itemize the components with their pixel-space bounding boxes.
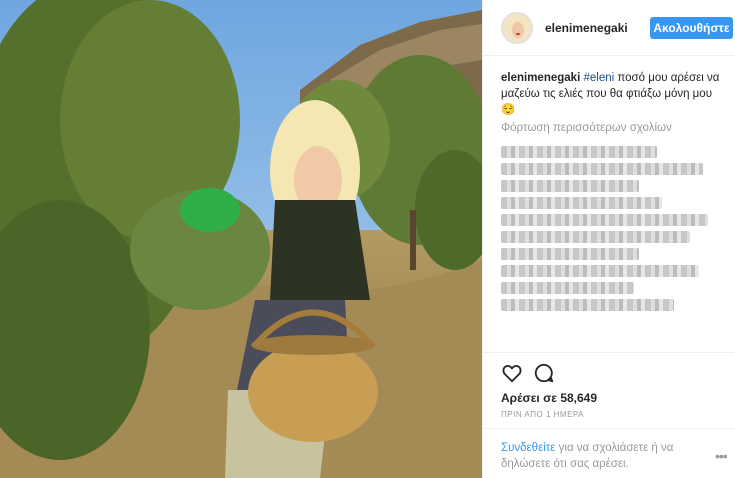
comment-icon[interactable] [533, 362, 555, 384]
more-options-icon[interactable]: ••• [715, 448, 728, 464]
follow-button[interactable]: Ακολουθήστε [650, 17, 733, 39]
comment-list [501, 146, 731, 316]
caption-author[interactable]: elenimenegaki [501, 72, 580, 84]
username[interactable]: elenimenegaki [545, 21, 628, 35]
comment-item [501, 214, 708, 226]
caption-emoji: 😌 [501, 104, 516, 116]
actions-divider [483, 352, 735, 353]
post-sidebar: elenimenegaki Ακολουθήστε elenimenegaki … [482, 0, 735, 478]
load-more-comments[interactable]: Φόρτωση περισσότερων σχολίων [501, 122, 672, 134]
post-photo[interactable] [0, 0, 482, 478]
comment-item [501, 282, 635, 294]
post-caption: elenimenegaki #eleni ποσό μου αρέσει να … [501, 70, 729, 118]
avatar[interactable] [501, 12, 533, 44]
login-divider [483, 428, 735, 429]
caption-hashtag[interactable]: #eleni [583, 72, 614, 84]
comment-item [501, 299, 674, 311]
comment-item [501, 180, 639, 192]
comment-item [501, 163, 704, 175]
post-photo-image [0, 0, 482, 478]
login-prompt: Συνδεθείτε για να σχολιάσετε ή να δηλώσε… [501, 440, 701, 472]
heart-icon[interactable] [501, 362, 523, 384]
comment-item [501, 231, 690, 243]
post-header: elenimenegaki Ακολουθήστε [483, 0, 735, 56]
post-timestamp: ΠΡΙΝ ΑΠΟ 1 ΗΜΕΡΑ [501, 410, 584, 419]
login-link[interactable]: Συνδεθείτε [501, 442, 555, 454]
avatar-image [502, 13, 532, 43]
likes-count[interactable]: Αρέσει σε 58,649 [501, 391, 597, 405]
comment-item [501, 146, 658, 158]
comment-item [501, 265, 699, 277]
comment-item [501, 197, 662, 209]
comment-item [501, 248, 639, 260]
